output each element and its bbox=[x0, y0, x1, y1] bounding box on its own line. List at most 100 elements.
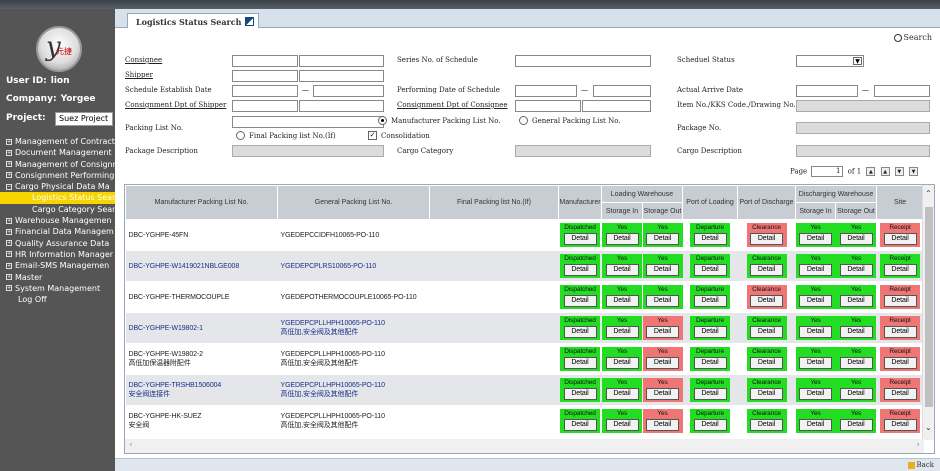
sidebar-item[interactable]: + HR Information Manager bbox=[0, 249, 115, 260]
detail-button[interactable]: Detail bbox=[693, 233, 727, 245]
sidebar-item[interactable]: Logistics Status Sear bbox=[0, 192, 115, 204]
page-number-input[interactable]: 1 bbox=[811, 166, 844, 177]
sidebar-item[interactable]: + Management of Contract bbox=[0, 136, 115, 147]
detail-button[interactable]: Detail bbox=[563, 388, 597, 400]
gpl-cell[interactable]: YGEDEPCPLRS10065-PO-110 bbox=[277, 250, 430, 282]
sidebar-item[interactable]: + Email-SMS Managemen bbox=[0, 260, 115, 271]
detail-button[interactable]: Detail bbox=[799, 419, 832, 431]
general-packing-list-radio[interactable] bbox=[519, 116, 528, 125]
detail-button[interactable]: Detail bbox=[799, 326, 832, 338]
scheduel-status-select[interactable]: ▼ bbox=[796, 55, 864, 67]
detail-button[interactable]: Detail bbox=[839, 295, 873, 307]
detail-button[interactable]: Detail bbox=[693, 295, 727, 307]
detail-button[interactable]: Detail bbox=[883, 264, 917, 276]
detail-button[interactable]: Detail bbox=[563, 233, 597, 245]
back-button[interactable]: Back bbox=[907, 461, 934, 469]
sidebar-item[interactable]: + Management of Consignm bbox=[0, 159, 115, 170]
shipper-name-input[interactable] bbox=[299, 70, 384, 82]
detail-button[interactable]: Detail bbox=[750, 264, 783, 276]
detail-button[interactable]: Detail bbox=[563, 326, 597, 338]
series-no-schedule-input[interactable] bbox=[515, 55, 651, 67]
detail-button[interactable]: Detail bbox=[605, 357, 639, 369]
detail-button[interactable]: Detail bbox=[693, 357, 727, 369]
project-select[interactable]: Suez Project bbox=[55, 112, 113, 126]
consolidation-checkbox[interactable]: ✓ bbox=[368, 131, 377, 140]
sidebar-item[interactable]: − Cargo Physical Data Ma bbox=[0, 181, 115, 192]
detail-button[interactable]: Detail bbox=[750, 326, 783, 338]
sidebar-item[interactable]: Log Off bbox=[0, 294, 115, 305]
sidebar-item[interactable]: + Quality Assurance Data bbox=[0, 238, 115, 249]
detail-button[interactable]: Detail bbox=[799, 233, 832, 245]
sidebar-item[interactable]: + Document Management bbox=[0, 147, 115, 158]
detail-button[interactable]: Detail bbox=[750, 295, 783, 307]
tab-logistics-status-search[interactable]: Logistics Status Search bbox=[127, 13, 259, 28]
first-page-button[interactable]: ▲ bbox=[866, 167, 876, 176]
package-no-input[interactable] bbox=[796, 122, 930, 134]
packing-list-no-input[interactable] bbox=[232, 116, 384, 128]
detail-button[interactable]: Detail bbox=[883, 295, 917, 307]
sidebar-item[interactable]: + Master bbox=[0, 272, 115, 283]
consignee-code-input[interactable] bbox=[232, 55, 298, 67]
item-no-input[interactable] bbox=[796, 100, 930, 112]
detail-button[interactable]: Detail bbox=[839, 388, 873, 400]
actual-arrive-date-to[interactable] bbox=[874, 85, 930, 97]
mpl-cell[interactable]: DBC-YGHPE-TRSHB1506004 安全阀连接件 bbox=[125, 374, 278, 406]
sidebar-item[interactable]: Cargo Category Sear bbox=[0, 204, 115, 215]
sidebar-item[interactable]: + Warehouse Managemen bbox=[0, 215, 115, 226]
detail-button[interactable]: Detail bbox=[605, 264, 639, 276]
consignee-name-input[interactable] bbox=[299, 55, 384, 67]
detail-button[interactable]: Detail bbox=[799, 357, 832, 369]
detail-button[interactable]: Detail bbox=[646, 357, 679, 369]
detail-button[interactable]: Detail bbox=[563, 264, 597, 276]
consignment-dpt-shipper-code[interactable] bbox=[232, 100, 298, 112]
manufacturer-packing-list-radio[interactable] bbox=[378, 116, 387, 125]
gpl-cell[interactable]: YGEDEPCPLLHPH10065-PO-110 高低加,安全阀及其他配件 bbox=[277, 312, 430, 344]
detail-button[interactable]: Detail bbox=[646, 326, 679, 338]
schedule-establish-date-to[interactable] bbox=[313, 85, 384, 97]
next-page-button[interactable]: ▼ bbox=[894, 167, 904, 176]
detail-button[interactable]: Detail bbox=[883, 388, 917, 400]
final-packing-list-radio[interactable] bbox=[236, 131, 245, 140]
horizontal-scrollbar[interactable]: ‹ › bbox=[125, 439, 924, 453]
detail-button[interactable]: Detail bbox=[839, 357, 873, 369]
actual-arrive-date-from[interactable] bbox=[796, 85, 858, 97]
detail-button[interactable]: Detail bbox=[605, 233, 639, 245]
detail-button[interactable]: Detail bbox=[605, 326, 639, 338]
scroll-thumb[interactable] bbox=[925, 207, 933, 407]
detail-button[interactable]: Detail bbox=[646, 419, 679, 431]
consignment-dpt-shipper-name[interactable] bbox=[299, 100, 384, 112]
detail-button[interactable]: Detail bbox=[646, 295, 679, 307]
detail-button[interactable]: Detail bbox=[799, 295, 832, 307]
sidebar-item[interactable]: + System Management bbox=[0, 283, 115, 294]
detail-button[interactable]: Detail bbox=[605, 295, 639, 307]
detail-button[interactable]: Detail bbox=[563, 419, 597, 431]
detail-button[interactable]: Detail bbox=[646, 264, 679, 276]
detail-button[interactable]: Detail bbox=[883, 419, 917, 431]
search-button[interactable]: Search bbox=[893, 33, 932, 42]
detail-button[interactable]: Detail bbox=[883, 357, 917, 369]
detail-button[interactable]: Detail bbox=[646, 233, 679, 245]
detail-button[interactable]: Detail bbox=[605, 419, 639, 431]
shipper-code-input[interactable] bbox=[232, 70, 298, 82]
detail-button[interactable]: Detail bbox=[750, 388, 783, 400]
consignment-dpt-consignee-name[interactable] bbox=[582, 100, 651, 112]
gpl-cell[interactable]: YGEDEPCPLLHPH10065-PO-110 高低加,安全阀及其他配件 bbox=[277, 374, 430, 406]
detail-button[interactable]: Detail bbox=[563, 295, 597, 307]
cargo-category-input[interactable] bbox=[515, 145, 651, 157]
schedule-establish-date-from[interactable] bbox=[232, 85, 298, 97]
detail-button[interactable]: Detail bbox=[839, 264, 873, 276]
detail-button[interactable]: Detail bbox=[883, 233, 917, 245]
detail-button[interactable]: Detail bbox=[799, 264, 832, 276]
mpl-cell[interactable]: DBC-YGHPE-W19802-1 bbox=[125, 312, 278, 344]
detail-button[interactable]: Detail bbox=[563, 357, 597, 369]
detail-button[interactable]: Detail bbox=[799, 388, 832, 400]
sidebar-item[interactable]: + Consignment Performing bbox=[0, 170, 115, 181]
detail-button[interactable]: Detail bbox=[605, 388, 639, 400]
consignment-dpt-consignee-code[interactable] bbox=[515, 100, 581, 112]
mpl-cell[interactable]: DBC-YGHPE-W1419021NBLGE008 bbox=[125, 250, 278, 282]
detail-button[interactable]: Detail bbox=[839, 326, 873, 338]
detail-button[interactable]: Detail bbox=[750, 419, 783, 431]
detail-button[interactable]: Detail bbox=[839, 419, 873, 431]
vertical-scrollbar[interactable]: ⌃ ⌄ bbox=[922, 185, 934, 440]
detail-button[interactable]: Detail bbox=[693, 326, 727, 338]
